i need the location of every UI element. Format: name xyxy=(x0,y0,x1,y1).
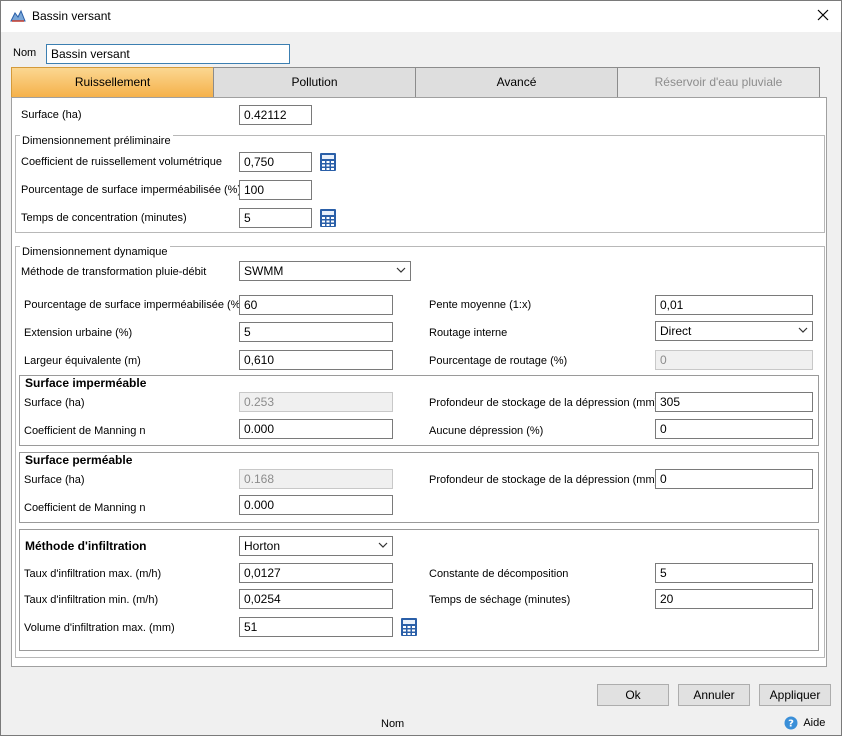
tab-ruissellement[interactable]: Ruissellement xyxy=(11,67,214,98)
infiltration-method-value: Horton xyxy=(244,539,281,553)
svg-text:?: ? xyxy=(788,718,794,729)
surface-input[interactable]: 0.42112 xyxy=(239,105,312,125)
tab-bar: Ruissellement Pollution Avancé Réservoir… xyxy=(11,67,820,98)
imperv-surface-input: 0.253 xyxy=(239,392,393,412)
no-depression-input[interactable]: 0 xyxy=(655,419,813,439)
imperv-depression-label: Profondeur de stockage de la dépression … xyxy=(429,397,659,409)
urban-ext-label: Extension urbaine (%) xyxy=(24,327,133,339)
min-rate-input[interactable]: 0,0254 xyxy=(239,589,393,609)
internal-routing-value: Direct xyxy=(660,324,692,338)
perv-depression-label: Profondeur de stockage de la dépression … xyxy=(429,474,659,486)
dialog-window: Bassin versant Nom Bassin versant Ruisse… xyxy=(0,0,842,736)
internal-routing-label: Routage interne xyxy=(429,327,508,339)
max-volume-label: Volume d'infiltration max. (mm) xyxy=(24,622,175,634)
equiv-width-label: Largeur équivalente (m) xyxy=(24,355,141,367)
calculator-icon[interactable] xyxy=(319,152,337,172)
imperv-depression-input[interactable]: 305 xyxy=(655,392,813,412)
equiv-width-input[interactable]: 0,610 xyxy=(239,350,393,370)
runoff-coef-label: Coefficient de ruissellement volumétriqu… xyxy=(21,156,222,168)
status-field-name: Nom xyxy=(381,718,405,730)
max-rate-input[interactable]: 0,0127 xyxy=(239,563,393,583)
min-rate-label: Taux d'infiltration min. (m/h) xyxy=(24,594,159,606)
chevron-down-icon xyxy=(396,267,406,273)
name-input[interactable]: Bassin versant xyxy=(46,44,290,64)
perv-manning-input[interactable]: 0.000 xyxy=(239,495,393,515)
drying-time-label: Temps de séchage (minutes) xyxy=(429,594,571,606)
cancel-button[interactable]: Annuler xyxy=(678,684,750,706)
conc-time-label: Temps de concentration (minutes) xyxy=(21,212,187,224)
dyn-imperv-input[interactable]: 60 xyxy=(239,295,393,315)
max-volume-input[interactable]: 51 xyxy=(239,617,393,637)
decay-label: Constante de décomposition xyxy=(429,568,569,580)
imperv-surface-label: Surface (ha) xyxy=(24,397,85,409)
apply-button[interactable]: Appliquer xyxy=(759,684,831,706)
name-label: Nom xyxy=(13,47,37,59)
prelim-group-title: Dimensionnement préliminaire xyxy=(20,135,173,147)
chevron-down-icon xyxy=(798,327,808,333)
conc-time-input[interactable]: 5 xyxy=(239,208,312,228)
urban-ext-input[interactable]: 5 xyxy=(239,322,393,342)
runoff-coef-input[interactable]: 0,750 xyxy=(239,152,312,172)
title-bar: Bassin versant xyxy=(1,1,841,32)
infiltration-method-select[interactable]: Horton xyxy=(239,536,393,556)
dyn-imperv-label: Pourcentage de surface imperméabilisée (… xyxy=(24,299,245,311)
calculator-icon[interactable] xyxy=(319,208,337,228)
drying-time-input[interactable]: 20 xyxy=(655,589,813,609)
routing-pct-label: Pourcentage de routage (%) xyxy=(429,355,568,367)
infiltration-title: Méthode d'infiltration xyxy=(25,539,147,553)
impervious-title: Surface imperméable xyxy=(25,376,147,390)
pervious-title: Surface perméable xyxy=(25,453,133,467)
perv-manning-label: Coefficient de Manning n xyxy=(24,502,146,514)
close-icon xyxy=(817,9,829,21)
decay-input[interactable]: 5 xyxy=(655,563,813,583)
window-title: Bassin versant xyxy=(32,9,111,23)
method-label: Méthode de transformation pluie-débit xyxy=(21,266,207,278)
imperv-manning-input[interactable]: 0.000 xyxy=(239,419,393,439)
slope-input[interactable]: 0,01 xyxy=(655,295,813,315)
internal-routing-select[interactable]: Direct xyxy=(655,321,813,341)
tab-pollution[interactable]: Pollution xyxy=(213,67,416,98)
help-link[interactable]: ? Aide xyxy=(784,715,825,733)
method-select[interactable]: SWMM xyxy=(239,261,411,281)
prelim-imperv-label: Pourcentage de surface imperméabilisée (… xyxy=(21,184,242,196)
chevron-down-icon xyxy=(378,542,388,548)
slope-label: Pente moyenne (1:x) xyxy=(429,299,532,311)
tab-panel: Surface (ha) 0.42112 Dimensionnement pré… xyxy=(11,97,827,667)
no-depression-label: Aucune dépression (%) xyxy=(429,425,544,437)
dynamic-group-title: Dimensionnement dynamique xyxy=(20,246,170,258)
app-icon xyxy=(10,9,26,22)
tab-avance[interactable]: Avancé xyxy=(415,67,618,98)
help-label: Aide xyxy=(803,717,826,729)
max-rate-label: Taux d'infiltration max. (m/h) xyxy=(24,568,162,580)
calculator-icon[interactable] xyxy=(400,617,418,637)
perv-depression-input[interactable]: 0 xyxy=(655,469,813,489)
help-icon: ? xyxy=(784,716,798,730)
close-button[interactable] xyxy=(813,5,833,25)
method-value: SWMM xyxy=(244,264,284,278)
imperv-manning-label: Coefficient de Manning n xyxy=(24,425,146,437)
ok-button[interactable]: Ok xyxy=(597,684,669,706)
perv-surface-label: Surface (ha) xyxy=(24,474,85,486)
prelim-imperv-input[interactable]: 100 xyxy=(239,180,312,200)
surface-label: Surface (ha) xyxy=(21,109,82,121)
tab-reservoir: Réservoir d'eau pluviale xyxy=(617,67,820,98)
routing-pct-input: 0 xyxy=(655,350,813,370)
perv-surface-input: 0.168 xyxy=(239,469,393,489)
